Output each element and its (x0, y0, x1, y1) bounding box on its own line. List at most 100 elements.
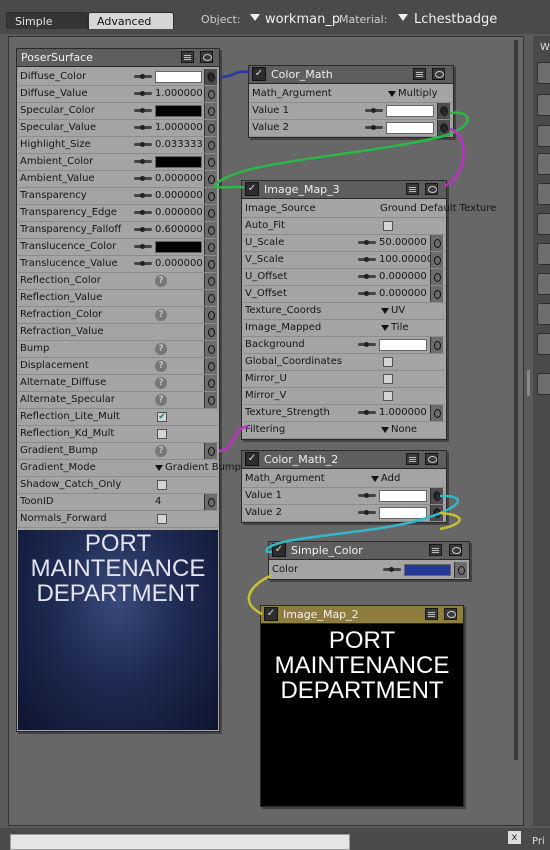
param-row-value-1[interactable]: Value 1 (250, 103, 452, 120)
dial-icon[interactable] (358, 510, 376, 516)
input-plug-icon[interactable] (204, 137, 217, 153)
color-swatch[interactable] (379, 490, 427, 502)
param-row-shadow-catch-only[interactable]: Shadow_Catch_Only (18, 477, 218, 494)
param-value[interactable]: 1.000000 (379, 407, 427, 418)
dropdown-arrow-icon[interactable] (381, 427, 389, 433)
node-icon[interactable]: ✓ (264, 607, 278, 621)
dial-icon[interactable] (358, 342, 376, 348)
checkbox-icon[interactable] (157, 514, 167, 524)
image-map-3-node[interactable]: ✓ Image_Map_3 Image_Source Ground Default… (241, 180, 496, 440)
param-value[interactable]: 50.00000 (379, 237, 427, 248)
dial-icon[interactable] (134, 193, 152, 199)
param-dropdown[interactable]: UV (391, 305, 405, 316)
node-icon[interactable]: ✓ (252, 67, 266, 81)
right-panel-button-1[interactable] (537, 62, 550, 84)
param-row-displacement[interactable]: Displacement? (18, 358, 218, 375)
image-source-value[interactable]: Ground Default Texture (380, 203, 496, 214)
param-row-transparency-falloff[interactable]: Transparency_Falloff 0.600000 (18, 222, 218, 239)
param-value[interactable]: 0.000000 (155, 207, 203, 218)
param-value[interactable]: 100.00000 (379, 254, 433, 265)
input-plug-icon[interactable] (204, 290, 217, 306)
right-panel-button-11[interactable] (537, 373, 550, 395)
color-swatch[interactable] (386, 122, 434, 134)
param-value[interactable]: 0.000000 (155, 173, 203, 184)
param-value[interactable]: 0.000000 (155, 258, 203, 269)
param-dropdown[interactable]: Tile (391, 322, 409, 333)
param-row-ambient-value[interactable]: Ambient_Value 0.000000 (18, 171, 218, 188)
param-row-alternate-diffuse[interactable]: Alternate_Diffuse? (18, 375, 218, 392)
input-plug-icon[interactable] (430, 488, 443, 504)
input-plug-icon[interactable] (204, 205, 217, 221)
menu-icon[interactable] (181, 51, 194, 63)
color-swatch[interactable] (155, 105, 202, 117)
color-math-node[interactable]: ✓ Color_Math Math_Argument Multiply Value… (248, 65, 454, 138)
eye-icon[interactable] (200, 51, 213, 63)
input-plug-icon[interactable] (430, 269, 443, 285)
node-icon[interactable]: ✓ (245, 182, 259, 196)
dial-icon[interactable] (134, 74, 152, 80)
material-dropdown-icon[interactable] (398, 14, 408, 21)
tab-simple[interactable]: Simple (6, 12, 88, 29)
dial-icon[interactable] (134, 210, 152, 216)
node-header[interactable]: ✓ Simple_Color (269, 542, 469, 560)
checkbox-icon[interactable] (383, 391, 393, 401)
param-value[interactable]: 0.600000 (155, 224, 203, 235)
object-dropdown-icon[interactable] (250, 14, 260, 21)
input-plug-icon[interactable] (204, 443, 217, 459)
param-row-transparency-edge[interactable]: Transparency_Edge 0.000000 (18, 205, 218, 222)
param-row-v-offset[interactable]: V_Offset 0.000000 (243, 286, 445, 303)
input-plug-icon[interactable] (204, 222, 217, 238)
dial-icon[interactable] (358, 493, 376, 499)
dropdown-arrow-icon[interactable] (155, 465, 163, 471)
right-panel-button-5[interactable] (537, 183, 550, 205)
input-plug-icon[interactable] (430, 286, 443, 302)
menu-icon[interactable] (406, 453, 419, 465)
param-dropdown[interactable]: Add (381, 473, 400, 484)
param-row-image-mapped[interactable]: Image_Mapped Tile (243, 320, 445, 337)
input-plug-icon[interactable] (437, 120, 450, 136)
param-row-reflection-lite-mult[interactable]: Reflection_Lite_Mult ✔ (18, 409, 218, 426)
node-header[interactable]: ✓ Color_Math (249, 66, 453, 84)
color-swatch[interactable] (155, 156, 202, 168)
bottom-input[interactable] (10, 834, 350, 850)
param-value[interactable]: 4 (155, 496, 161, 507)
param-row-math-argument[interactable]: Math_Argument Multiply (250, 86, 452, 103)
checkbox-icon[interactable] (383, 374, 393, 384)
input-plug-icon[interactable] (204, 188, 217, 204)
material-select[interactable]: Lchestbadge (414, 12, 497, 27)
dial-icon[interactable] (358, 274, 376, 280)
param-row-u-offset[interactable]: U_Offset 0.000000 (243, 269, 445, 286)
param-row-color[interactable]: Color (270, 562, 468, 579)
input-plug-icon[interactable] (430, 252, 443, 268)
input-plug-icon[interactable] (204, 103, 217, 119)
param-row-reflection-kd-mult[interactable]: Reflection_Kd_Mult (18, 426, 218, 443)
param-row-math-argument[interactable]: Math_Argument Add (243, 471, 445, 488)
dial-icon[interactable] (358, 291, 376, 297)
param-row-ambient-color[interactable]: Ambient_Color (18, 154, 218, 171)
color-swatch[interactable] (404, 564, 451, 576)
right-scroll-thumb[interactable] (527, 370, 530, 396)
param-row-specular-color[interactable]: Specular_Color (18, 103, 218, 120)
input-plug-icon[interactable] (204, 120, 217, 136)
menu-icon[interactable] (429, 544, 442, 556)
input-plug-icon[interactable] (204, 154, 217, 170)
param-dropdown[interactable]: Gradient Bump (165, 462, 241, 473)
param-row-image-source[interactable]: Image_Source Ground Default Texture (243, 201, 496, 218)
help-icon[interactable]: ? (155, 309, 167, 321)
node-header[interactable]: ✓ Image_Map_2 (261, 606, 463, 624)
input-plug-icon[interactable] (437, 103, 450, 119)
close-icon[interactable]: x (508, 831, 521, 844)
checkbox-icon[interactable] (383, 221, 393, 231)
param-dropdown[interactable]: Multiply (398, 88, 438, 99)
right-panel-button-9[interactable] (537, 303, 550, 325)
param-value[interactable]: 0.000000 (379, 271, 427, 282)
dial-icon[interactable] (134, 108, 152, 114)
simple-color-node[interactable]: ✓ Simple_Color Color (268, 541, 470, 580)
poser-surface-node[interactable]: PoserSurface Diffuse_Color Diffuse_Value… (16, 48, 241, 732)
param-row-mirror-u[interactable]: Mirror_U (243, 371, 445, 388)
input-plug-icon[interactable] (430, 337, 443, 353)
param-value[interactable]: 0.033333 (155, 139, 203, 150)
param-row-global-coordinates[interactable]: Global_Coordinates (243, 354, 445, 371)
dial-icon[interactable] (134, 159, 152, 165)
param-value[interactable]: 1.000000 (155, 122, 203, 133)
